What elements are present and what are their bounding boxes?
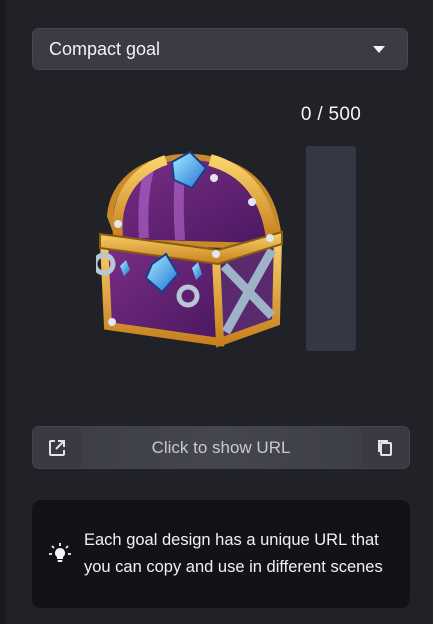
goal-type-select[interactable]: Compact goal [32, 28, 408, 70]
external-link-icon [49, 439, 65, 456]
show-url-button[interactable]: Click to show URL [81, 427, 361, 468]
progress-bar [306, 146, 356, 351]
copy-url-button[interactable] [361, 427, 409, 468]
treasure-chest-icon [96, 150, 283, 348]
info-text: Each goal design has a unique URL that y… [84, 531, 383, 576]
lightbulb-icon [49, 543, 71, 562]
panel-edge [0, 0, 6, 624]
chevron-down-icon [373, 46, 385, 53]
progress-label: 0 / 500 [300, 104, 362, 125]
info-callout: Each goal design has a unique URL that y… [32, 500, 410, 608]
open-url-button[interactable] [33, 427, 81, 468]
goal-type-value: Compact goal [49, 38, 161, 59]
show-url-label: Click to show URL [151, 437, 291, 457]
copy-icon [378, 439, 392, 456]
url-bar: Click to show URL [32, 426, 410, 469]
